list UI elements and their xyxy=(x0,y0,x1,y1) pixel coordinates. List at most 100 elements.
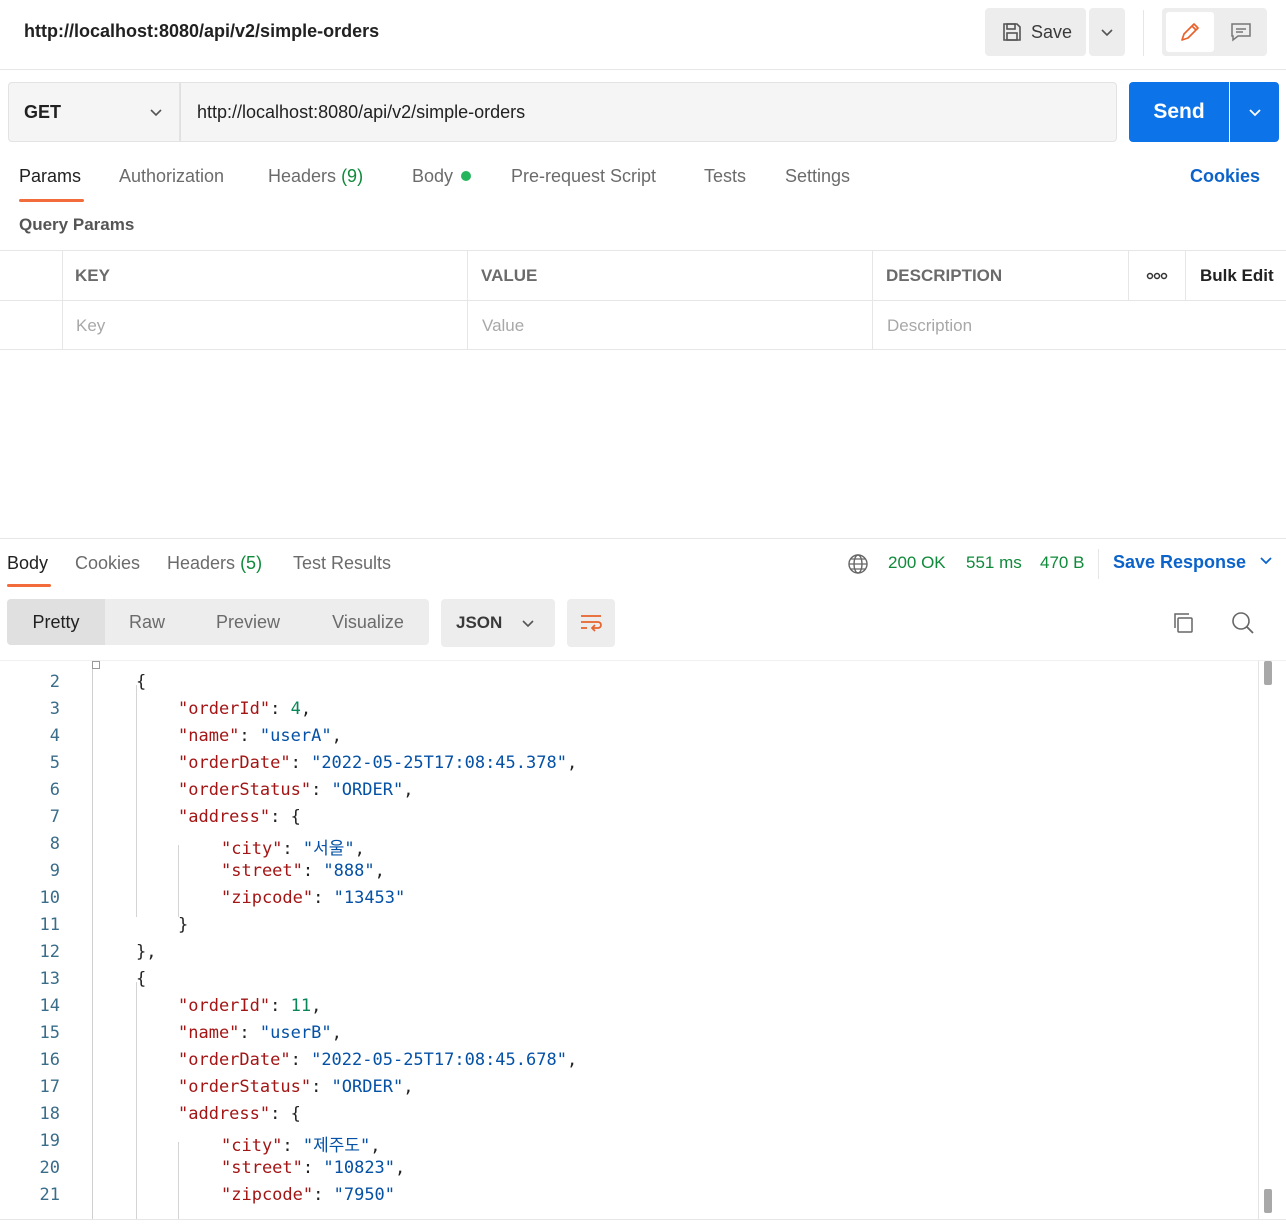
send-button[interactable]: Send xyxy=(1129,82,1229,142)
json-punct: : xyxy=(239,1023,260,1043)
response-tab-body[interactable]: Body xyxy=(7,553,48,574)
tab-headers[interactable]: Headers (9) xyxy=(268,166,363,187)
chevron-down-icon xyxy=(522,620,534,628)
request-title[interactable]: http://localhost:8080/api/v2/simple-orde… xyxy=(24,21,379,42)
json-punct: : xyxy=(282,839,303,859)
json-punct: : xyxy=(239,726,260,746)
json-punct: : xyxy=(290,753,312,773)
query-params-table: KEY VALUE DESCRIPTION Bulk Edit Key Valu… xyxy=(0,250,1286,350)
line-number: 9 xyxy=(49,861,60,881)
tab-settings[interactable]: Settings xyxy=(785,166,850,187)
tab-tests[interactable]: Tests xyxy=(704,166,746,187)
json-punct: : xyxy=(282,1136,303,1156)
code-line: "zipcode": "7950" xyxy=(221,1185,395,1205)
tab-body-label: Body xyxy=(412,166,454,186)
json-punct: , xyxy=(331,726,342,746)
cookies-link[interactable]: Cookies xyxy=(1190,166,1260,187)
save-icon xyxy=(1003,23,1021,41)
json-string: "2022-05-25T17:08:45.378" xyxy=(311,753,567,773)
json-string: "2022-05-25T17:08:45.678" xyxy=(311,1050,567,1070)
line-number: 6 xyxy=(49,780,60,800)
wrap-lines-button[interactable] xyxy=(567,599,615,647)
view-preview[interactable]: Preview xyxy=(189,599,307,645)
query-params-title: Query Params xyxy=(19,215,135,234)
response-tab-headers[interactable]: Headers (5) xyxy=(167,553,262,574)
tab-authorization[interactable]: Authorization xyxy=(119,166,224,187)
code-line: "street": "10823", xyxy=(221,1158,405,1178)
json-number: 11 xyxy=(290,996,312,1016)
more-options-button[interactable] xyxy=(1128,251,1185,300)
column-key: KEY xyxy=(62,251,467,300)
search-icon[interactable] xyxy=(1230,610,1256,636)
json-string: "10823" xyxy=(323,1158,396,1178)
json-punct: , xyxy=(395,1158,406,1178)
json-key: "name" xyxy=(178,1023,240,1043)
globe-icon[interactable] xyxy=(847,553,869,575)
response-tab-headers-label: Headers xyxy=(167,553,236,573)
line-number: 15 xyxy=(39,1023,60,1043)
copy-icon[interactable] xyxy=(1170,610,1196,636)
save-options-button[interactable] xyxy=(1089,8,1125,56)
view-raw[interactable]: Raw xyxy=(105,599,189,645)
response-tab-test-results[interactable]: Test Results xyxy=(293,553,391,574)
description-input[interactable]: Description xyxy=(872,301,1286,350)
code-line: "orderDate": "2022-05-25T17:08:45.378", xyxy=(178,753,577,773)
pencil-icon xyxy=(1181,23,1199,41)
json-string: "userB" xyxy=(259,1023,332,1043)
send-options-button[interactable] xyxy=(1230,82,1279,142)
value-input[interactable]: Value xyxy=(467,301,872,350)
save-response-button[interactable]: Save Response xyxy=(1113,552,1273,573)
json-punct: , xyxy=(370,1136,381,1156)
fold-marker[interactable] xyxy=(92,661,100,669)
status-code[interactable]: 200 OK xyxy=(888,553,946,573)
json-key: "orderId" xyxy=(178,699,271,719)
chevron-down-icon xyxy=(1101,29,1113,37)
json-punct: { xyxy=(136,672,147,692)
tab-prerequest-script[interactable]: Pre-request Script xyxy=(511,166,656,187)
indent-guide xyxy=(136,982,137,1219)
json-string: "제주도" xyxy=(302,1136,371,1156)
save-button[interactable]: Save xyxy=(985,8,1086,56)
method-select[interactable]: GET xyxy=(8,82,180,142)
active-response-tab-indicator xyxy=(7,584,51,587)
format-select[interactable]: JSON xyxy=(441,599,555,647)
tab-params[interactable]: Params xyxy=(19,166,81,187)
code-line: "zipcode": "13453" xyxy=(221,888,405,908)
url-input[interactable]: http://localhost:8080/api/v2/simple-orde… xyxy=(180,82,1117,142)
comment-mode-button[interactable] xyxy=(1218,12,1264,52)
bulk-edit-button[interactable]: Bulk Edit xyxy=(1185,251,1286,300)
line-number: 21 xyxy=(39,1185,60,1205)
view-pretty[interactable]: Pretty xyxy=(7,599,105,645)
json-punct: : xyxy=(311,780,332,800)
line-number: 20 xyxy=(39,1158,60,1178)
json-string: "ORDER" xyxy=(331,1077,404,1097)
scrollbar-thumb[interactable] xyxy=(1264,1189,1272,1213)
tab-body[interactable]: Body xyxy=(412,166,472,187)
key-input[interactable]: Key xyxy=(62,301,467,350)
code-line: "city": "서울", xyxy=(221,834,365,859)
json-key: "zipcode" xyxy=(221,1185,314,1205)
chevron-down-icon xyxy=(150,109,162,117)
line-number: 2 xyxy=(49,672,60,692)
json-punct: , xyxy=(374,861,385,881)
json-punct: : xyxy=(290,1050,312,1070)
json-punct: { xyxy=(136,969,147,989)
line-number: 14 xyxy=(39,996,60,1016)
response-size[interactable]: 470 B xyxy=(1040,553,1084,573)
json-punct: : xyxy=(270,996,291,1016)
table-header-row: KEY VALUE DESCRIPTION Bulk Edit xyxy=(0,251,1286,301)
response-body-editor[interactable]: 2{3 "orderId": 4, 4 "name": "userA", 5 "order… xyxy=(0,660,1286,1220)
json-punct: : xyxy=(311,1077,332,1097)
json-key: "name" xyxy=(178,726,240,746)
response-time[interactable]: 551 ms xyxy=(966,553,1022,573)
json-punct: , xyxy=(354,839,365,859)
view-visualize[interactable]: Visualize xyxy=(307,599,429,645)
code-line: "address": { xyxy=(178,807,301,827)
json-key: "orderDate" xyxy=(178,1050,291,1070)
response-tab-cookies[interactable]: Cookies xyxy=(75,553,140,574)
edit-mode-button[interactable] xyxy=(1166,12,1214,52)
json-punct: , xyxy=(566,753,578,773)
line-number: 11 xyxy=(39,915,60,935)
scrollbar-thumb-top[interactable] xyxy=(1264,661,1272,685)
json-key: "street" xyxy=(221,1158,303,1178)
